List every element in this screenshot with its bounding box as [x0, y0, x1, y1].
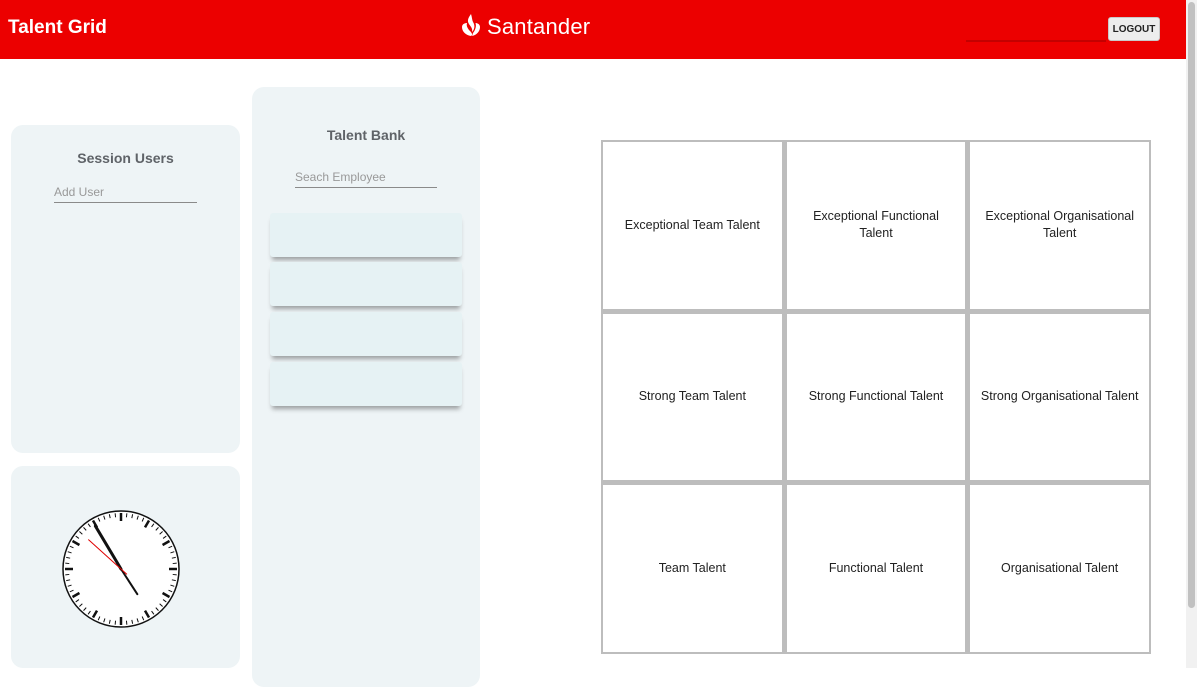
- grid-cell-organisational[interactable]: Organisational Talent: [970, 485, 1149, 652]
- grid-cell-functional[interactable]: Functional Talent: [787, 485, 966, 652]
- employee-card[interactable]: [270, 262, 462, 306]
- talent-bank-title: Talent Bank: [252, 127, 480, 143]
- app-title: Talent Grid: [8, 17, 107, 39]
- grid-cell-exceptional-functional[interactable]: Exceptional Functional Talent: [787, 142, 966, 309]
- session-users-panel: Session Users: [11, 125, 240, 453]
- scrollbar-thumb[interactable]: [1188, 2, 1195, 608]
- employee-card[interactable]: [270, 213, 462, 257]
- analog-clock: [61, 509, 181, 629]
- session-users-title: Session Users: [11, 150, 240, 166]
- grid-cell-exceptional-organisational[interactable]: Exceptional Organisational Talent: [970, 142, 1149, 309]
- talent-grid: Exceptional Team Talent Exceptional Func…: [601, 140, 1151, 654]
- logout-button[interactable]: LOGOUT: [1108, 17, 1160, 41]
- grid-cell-strong-organisational[interactable]: Strong Organisational Talent: [970, 314, 1149, 481]
- clock-panel: [11, 466, 240, 668]
- grid-cell-strong-functional[interactable]: Strong Functional Talent: [787, 314, 966, 481]
- add-user-input[interactable]: [54, 185, 197, 203]
- employee-card[interactable]: [270, 362, 462, 406]
- header-divider: [966, 40, 1106, 42]
- talent-bank-panel: Talent Bank: [252, 87, 480, 687]
- flame-icon: [459, 13, 483, 41]
- grid-cell-strong-team[interactable]: Strong Team Talent: [603, 314, 782, 481]
- top-bar: Talent Grid Santander LOGOUT: [0, 0, 1186, 59]
- brand-name: Santander: [487, 14, 590, 40]
- search-employee-input[interactable]: [295, 170, 437, 188]
- employee-card[interactable]: [270, 312, 462, 356]
- grid-cell-team[interactable]: Team Talent: [603, 485, 782, 652]
- vertical-scrollbar[interactable]: [1186, 0, 1197, 668]
- brand-logo: Santander: [459, 13, 590, 41]
- grid-cell-exceptional-team[interactable]: Exceptional Team Talent: [603, 142, 782, 309]
